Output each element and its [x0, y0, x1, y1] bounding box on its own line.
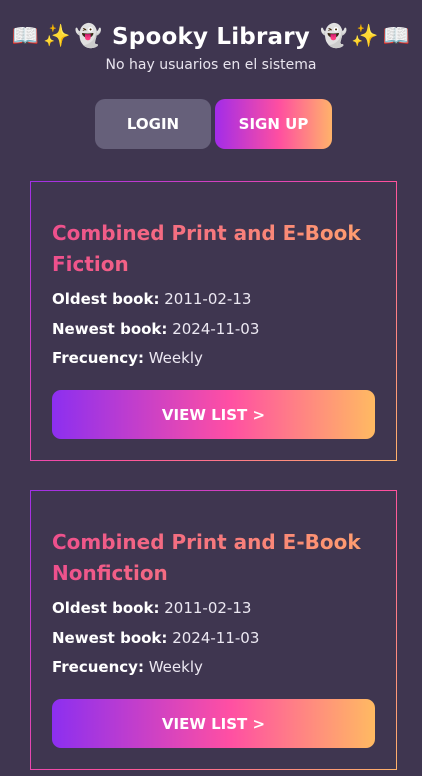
list-card-body: Combined Print and E-Book Fiction Oldest…: [31, 182, 396, 460]
newest-book-label: Newest book:: [52, 320, 168, 338]
login-button[interactable]: LOGIN: [95, 99, 211, 149]
oldest-book-row: Oldest book: 2011-02-13: [52, 290, 251, 308]
view-list-button[interactable]: VIEW LIST >: [52, 699, 375, 748]
book-icon: 📖: [11, 24, 40, 49]
newest-book-row: Newest book: 2024-11-03: [52, 629, 259, 647]
newest-book-value: 2024-11-03: [172, 320, 260, 338]
frequency-label: Frecuency:: [52, 658, 144, 676]
sparkles-icon: ✨: [351, 24, 379, 49]
newest-book-row: Newest book: 2024-11-03: [52, 320, 259, 338]
oldest-book-row: Oldest book: 2011-02-13: [52, 599, 251, 617]
view-list-button[interactable]: VIEW LIST >: [52, 390, 375, 439]
frequency-row: Frecuency: Weekly: [52, 658, 203, 676]
page: 📖 ✨ 👻 Spooky Library 👻 ✨ 📖 No hay usuari…: [0, 0, 422, 776]
ghost-icon: 👻: [74, 24, 103, 49]
ghost-icon: 👻: [319, 24, 348, 49]
book-icon: 📖: [382, 24, 411, 49]
newest-book-value: 2024-11-03: [172, 629, 260, 647]
oldest-book-value: 2011-02-13: [164, 290, 252, 308]
signup-button[interactable]: SIGN UP: [215, 99, 332, 149]
list-title: Combined Print and E-Book Fiction: [52, 218, 372, 280]
page-title: Spooky Library: [112, 24, 310, 50]
list-card-body: Combined Print and E-Book Nonfiction Old…: [31, 491, 396, 769]
sparkles-icon: ✨: [43, 24, 71, 49]
oldest-book-value: 2011-02-13: [164, 599, 252, 617]
frequency-label: Frecuency:: [52, 349, 144, 367]
header: 📖 ✨ 👻 Spooky Library 👻 ✨ 📖: [0, 22, 422, 52]
list-card: Combined Print and E-Book Nonfiction Old…: [30, 490, 397, 770]
list-title: Combined Print and E-Book Nonfiction: [52, 527, 372, 589]
oldest-book-label: Oldest book:: [52, 290, 160, 308]
list-card: Combined Print and E-Book Fiction Oldest…: [30, 181, 397, 461]
frequency-value: Weekly: [148, 658, 203, 676]
newest-book-label: Newest book:: [52, 629, 168, 647]
frequency-value: Weekly: [148, 349, 203, 367]
status-message: No hay usuarios en el sistema: [105, 57, 317, 73]
oldest-book-label: Oldest book:: [52, 599, 160, 617]
frequency-row: Frecuency: Weekly: [52, 349, 203, 367]
